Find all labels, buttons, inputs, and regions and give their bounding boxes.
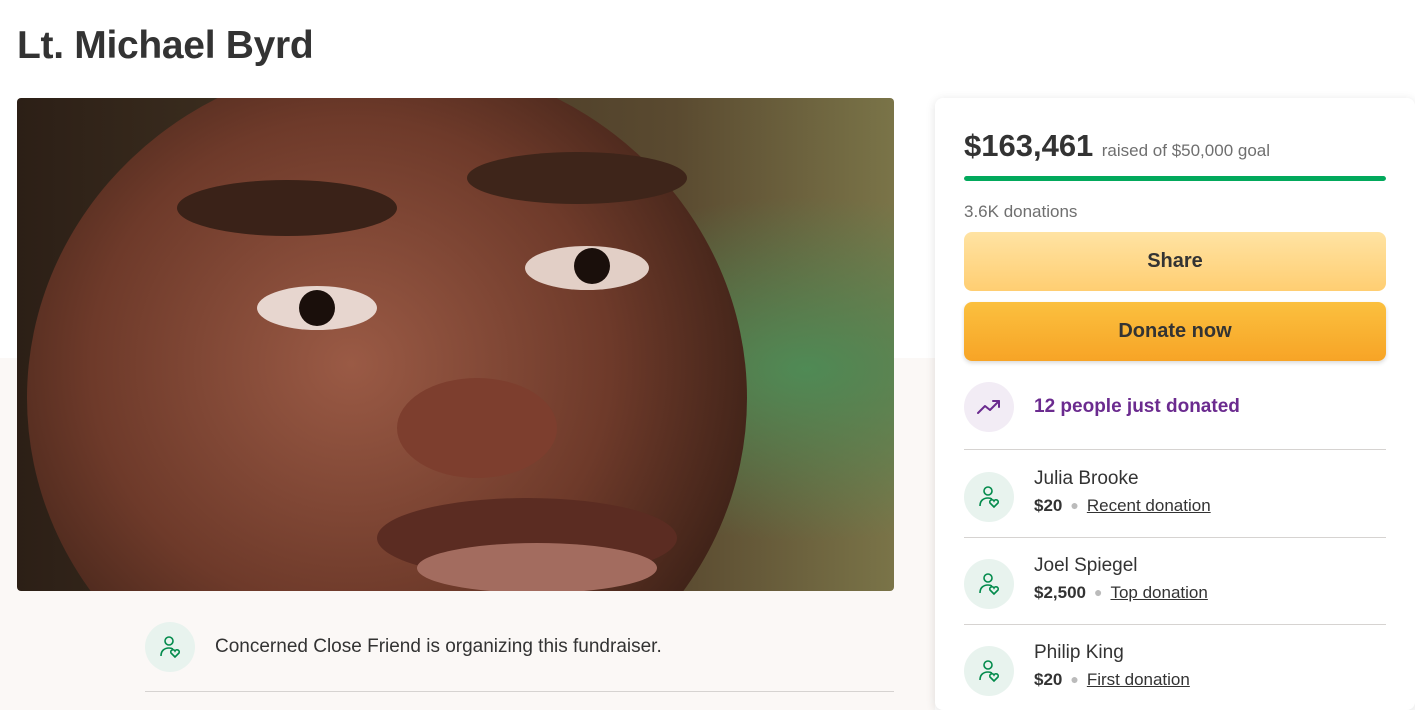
donation-tag-link[interactable]: Top donation (1110, 583, 1207, 602)
donation-tag-link[interactable]: First donation (1087, 670, 1190, 689)
raised-amount: $163,461 (964, 128, 1094, 163)
recent-activity-row: 12 people just donated (964, 382, 1386, 450)
donor-name: Philip King (1034, 642, 1124, 663)
share-button[interactable]: Share (964, 232, 1386, 291)
donor-meta: $2,500 ● Top donation (1034, 583, 1208, 603)
organizer-row: Concerned Close Friend is organizing thi… (145, 620, 894, 692)
donation-item: Julia Brooke $20 ● Recent donation (964, 451, 1386, 538)
donor-meta: $20 ● First donation (1034, 670, 1190, 690)
person-heart-icon (964, 472, 1014, 522)
campaign-photo[interactable] (17, 98, 894, 591)
separator-dot: ● (1070, 671, 1079, 687)
donation-tag-link[interactable]: Recent donation (1087, 496, 1211, 515)
donation-count: 3.6K donations (964, 202, 1078, 221)
donate-now-button[interactable]: Donate now (964, 302, 1386, 361)
donor-name: Joel Spiegel (1034, 555, 1138, 576)
recent-donors-text: 12 people just donated (1034, 396, 1240, 417)
goal-text: raised of $50,000 goal (1101, 141, 1271, 160)
donor-name: Julia Brooke (1034, 468, 1139, 489)
person-heart-icon (145, 622, 195, 672)
raised-summary: $163,461 raised of $50,000 goal (964, 128, 1270, 164)
progress-bar (964, 176, 1386, 181)
donation-item: Philip King $20 ● First donation (964, 625, 1386, 710)
donation-amount: $20 (1034, 496, 1063, 515)
person-heart-icon (964, 646, 1014, 696)
donation-amount: $2,500 (1034, 583, 1086, 602)
campaign-photo-image (17, 98, 894, 591)
donation-panel: $163,461 raised of $50,000 goal 3.6K don… (935, 98, 1415, 710)
trending-up-icon (964, 382, 1014, 432)
page-title: Lt. Michael Byrd (17, 24, 314, 67)
donor-meta: $20 ● Recent donation (1034, 496, 1211, 516)
progress-fill (964, 176, 1386, 181)
organizer-text: Concerned Close Friend is organizing thi… (215, 636, 662, 657)
person-heart-icon (964, 559, 1014, 609)
donation-item: Joel Spiegel $2,500 ● Top donation (964, 538, 1386, 625)
separator-dot: ● (1070, 497, 1079, 513)
separator-dot: ● (1094, 584, 1103, 600)
donation-amount: $20 (1034, 670, 1063, 689)
